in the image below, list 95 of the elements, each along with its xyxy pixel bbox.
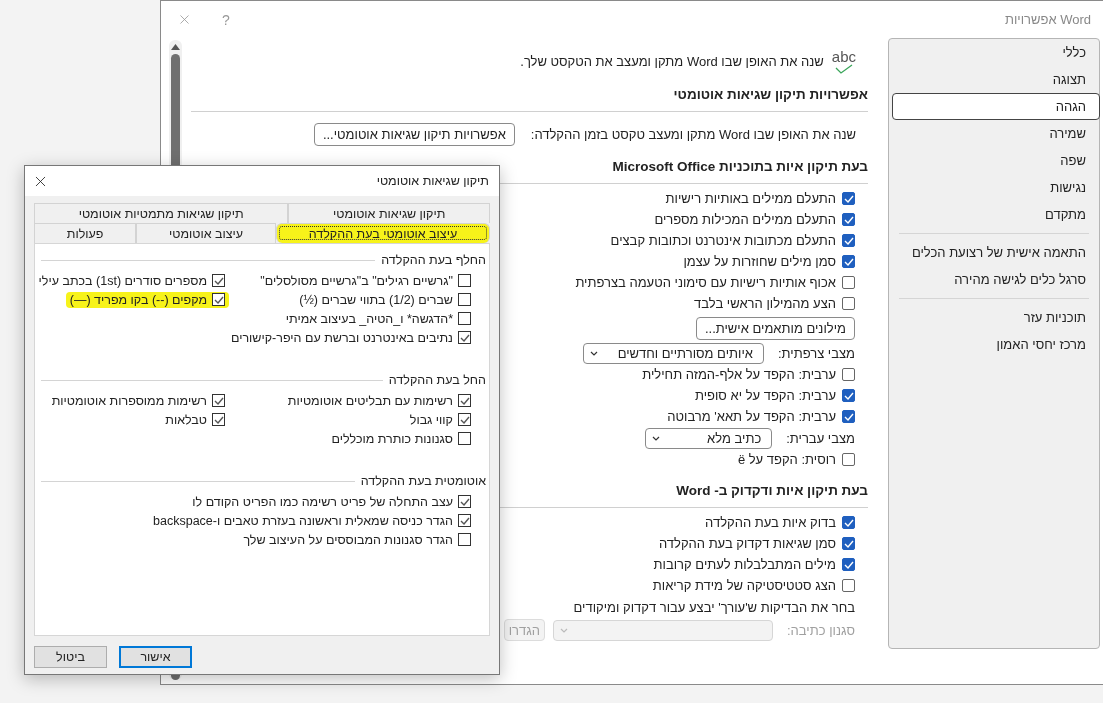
sidebar-item[interactable]: מרכז יחסי האמון bbox=[892, 331, 1100, 358]
checkbox[interactable] bbox=[458, 293, 471, 306]
tab[interactable]: תיקון שגיאות מתמטיות אוטומטי bbox=[34, 203, 289, 223]
instruction-text: בחר את הבדיקות ש'עורך' יבצע עבור דקדוק ומיקודים bbox=[573, 599, 855, 615]
select-field[interactable]: כתיב מלא bbox=[645, 427, 773, 449]
sidebar-item[interactable]: תוכניות עזר bbox=[892, 304, 1100, 331]
checkbox-label: סגנונות כותרת מוכללים bbox=[331, 431, 453, 446]
checkbox-label: קווי גבול bbox=[409, 412, 453, 427]
chevron-down-icon[interactable] bbox=[652, 435, 661, 441]
tab[interactable]: עיצוב אוטומטי bbox=[136, 223, 276, 243]
section-heading: בעת תיקון איות בתוכניות Microsoft Office bbox=[612, 159, 868, 174]
checkbox[interactable] bbox=[842, 368, 855, 381]
group-title: החלף בעת ההקלדה bbox=[381, 253, 486, 267]
intro-text: שנה את האופן שבו Word מתקן ומעצב את הטקסט שלך. bbox=[520, 54, 824, 69]
sidebar-item[interactable]: התאמה אישית של רצועת הכלים bbox=[892, 239, 1100, 266]
select-label: מצבי עברית: bbox=[786, 430, 855, 446]
checkbox[interactable] bbox=[842, 297, 855, 310]
checkbox[interactable] bbox=[458, 331, 471, 344]
checkbox[interactable] bbox=[458, 413, 471, 426]
tab[interactable]: תיקון שגיאות אוטומטי bbox=[288, 203, 490, 223]
scroll-up-arrow-icon[interactable] bbox=[171, 44, 180, 50]
sidebar-item[interactable]: כללי bbox=[892, 39, 1100, 66]
checkbox-label: רוסית: הקפד על ë bbox=[737, 452, 836, 467]
checkbox-label: רשימות ממוספרות אוטומטיות bbox=[51, 393, 207, 408]
checkbox-label: סמן מילים שחוזרות על עצמן bbox=[683, 254, 836, 269]
group-title: החל בעת ההקלדה bbox=[388, 373, 486, 387]
checkbox-label: הגדר כניסה שמאלית וראשונה בעזרת טאבים ו-backspace bbox=[153, 513, 453, 528]
checkbox-label: ערבית: הקפד על תאא' מרבוטה bbox=[667, 409, 836, 424]
select-label: מצבי צרפתית: bbox=[777, 345, 855, 361]
checkbox[interactable] bbox=[842, 579, 855, 592]
section-heading: בעת תיקון איות ודקדוק ב- Word bbox=[676, 483, 868, 498]
checkbox[interactable] bbox=[842, 410, 855, 423]
checkbox-label: התעלם ממילים המכילות מספרים bbox=[654, 212, 836, 227]
checkbox[interactable] bbox=[212, 413, 225, 426]
checkbox[interactable] bbox=[842, 234, 855, 247]
checkbox[interactable] bbox=[458, 514, 471, 527]
dialog-title: תיקון שגיאות אוטומטי bbox=[376, 174, 489, 188]
checkbox-label: *הדגשה* ו_הטיה_ בעיצוב אמיתי bbox=[285, 311, 453, 326]
dialog-button[interactable]: אישור bbox=[119, 646, 192, 668]
sidebar-item[interactable]: שמירה bbox=[892, 120, 1100, 147]
checkbox[interactable] bbox=[842, 255, 855, 268]
checkbox[interactable] bbox=[842, 389, 855, 402]
autocorrect-options-button[interactable]: אפשרויות תיקון שגיאות אוטומטי... bbox=[313, 122, 515, 146]
checkbox-label: שברים (1/2) בתווי שברים (½) bbox=[299, 292, 453, 307]
checkbox-label: הגדר סגנונות המבוססים על העיצוב שלך bbox=[243, 532, 453, 547]
group-title: אוטומטית בעת ההקלדה bbox=[360, 474, 486, 488]
checkbox-label: סמן שגיאות דקדוק בעת ההקלדה bbox=[658, 536, 836, 551]
window-title: אפשרויות Word bbox=[1004, 12, 1091, 27]
select-field[interactable]: איותים מסורתיים וחדשים bbox=[582, 342, 764, 364]
sidebar-item[interactable]: נגישות bbox=[892, 174, 1100, 201]
checkbox[interactable] bbox=[842, 276, 855, 289]
checkbox[interactable] bbox=[458, 432, 471, 445]
checkbox[interactable] bbox=[842, 453, 855, 466]
checkbox[interactable] bbox=[842, 537, 855, 550]
checkbox[interactable] bbox=[458, 394, 471, 407]
checkbox-label: מילים המתבלבלות לעתים קרובות bbox=[653, 557, 836, 572]
tab[interactable]: פעולות bbox=[34, 223, 137, 243]
checkbox[interactable] bbox=[458, 495, 471, 508]
chevron-down-icon[interactable] bbox=[589, 350, 598, 356]
checkbox-label: אכוף אותיות רישיות עם סימוני הטעמה בצרפתית bbox=[575, 275, 836, 290]
checkbox-label: התעלם מכתובות אינטרנט וכתובות קבצים bbox=[610, 233, 836, 248]
checkbox[interactable] bbox=[842, 558, 855, 571]
section-heading: אפשרויות תיקון שגיאות אוטומטי bbox=[673, 87, 868, 102]
checkbox-label: הצג סטטיסטיקה של מידת קריאות bbox=[652, 578, 836, 593]
checkbox-label: ערבית: הקפד על יא סופית bbox=[694, 388, 836, 403]
select-label: סגנון כתיבה: bbox=[787, 622, 855, 638]
checkbox-label: התעלם ממילים באותיות רישיות bbox=[665, 191, 836, 206]
checkbox[interactable] bbox=[842, 213, 855, 226]
checkbox[interactable] bbox=[212, 394, 225, 407]
checkbox-label: נתיבים באינטרנט וברשת עם היפר-קישורים bbox=[230, 330, 453, 345]
checkbox-label: "גרשיים רגילים" ב"גרשיים מסולסלים" bbox=[260, 273, 453, 288]
tab[interactable]: עיצוב אוטומטי בעת ההקלדה bbox=[275, 223, 490, 243]
checkbox-label: מקפים (--) בקו מפריד (—) bbox=[69, 292, 207, 307]
checkbox-label: עצב התחלה של פריט רשימה כמו הפריט הקודם לו bbox=[192, 494, 453, 509]
checkbox-label: רשימות עם תבליטים אוטומטיות bbox=[287, 393, 453, 408]
sidebar-item[interactable]: סרגל כלים לגישה מהירה bbox=[892, 266, 1100, 293]
checkbox-label: מספרים סודרים (1st) בכתב עילי bbox=[38, 273, 207, 288]
checkbox[interactable] bbox=[458, 274, 471, 287]
checkbox[interactable] bbox=[458, 312, 471, 325]
checkbox[interactable] bbox=[458, 533, 471, 546]
sidebar-item[interactable]: שפה bbox=[892, 147, 1100, 174]
checkbox-label: הצע מהמילון הראשי בלבד bbox=[694, 296, 836, 311]
checkbox-label: בדוק איות בעת ההקלדה bbox=[705, 515, 836, 530]
sidebar-item[interactable]: הגהה bbox=[892, 93, 1100, 120]
checkbox[interactable] bbox=[212, 274, 225, 287]
sidebar-item[interactable]: תצוגה bbox=[892, 66, 1100, 93]
sidebar-item[interactable]: מתקדם bbox=[892, 201, 1100, 228]
option-label: שנה את האופן שבו Word מתקן ומעצב טקסט בזמן ההקלדה: bbox=[530, 126, 856, 142]
checkbox[interactable] bbox=[212, 293, 225, 306]
custom-dictionaries-button[interactable]: מילונים מותאמים אישית... bbox=[695, 316, 855, 340]
checkbox-label: טבלאות bbox=[165, 412, 207, 427]
dialog-button[interactable]: ביטול bbox=[34, 646, 107, 668]
checkbox-label: ערבית: הקפד על אלף-המזה תחילית bbox=[642, 367, 836, 382]
checkbox[interactable] bbox=[842, 516, 855, 529]
checkbox[interactable] bbox=[842, 192, 855, 205]
